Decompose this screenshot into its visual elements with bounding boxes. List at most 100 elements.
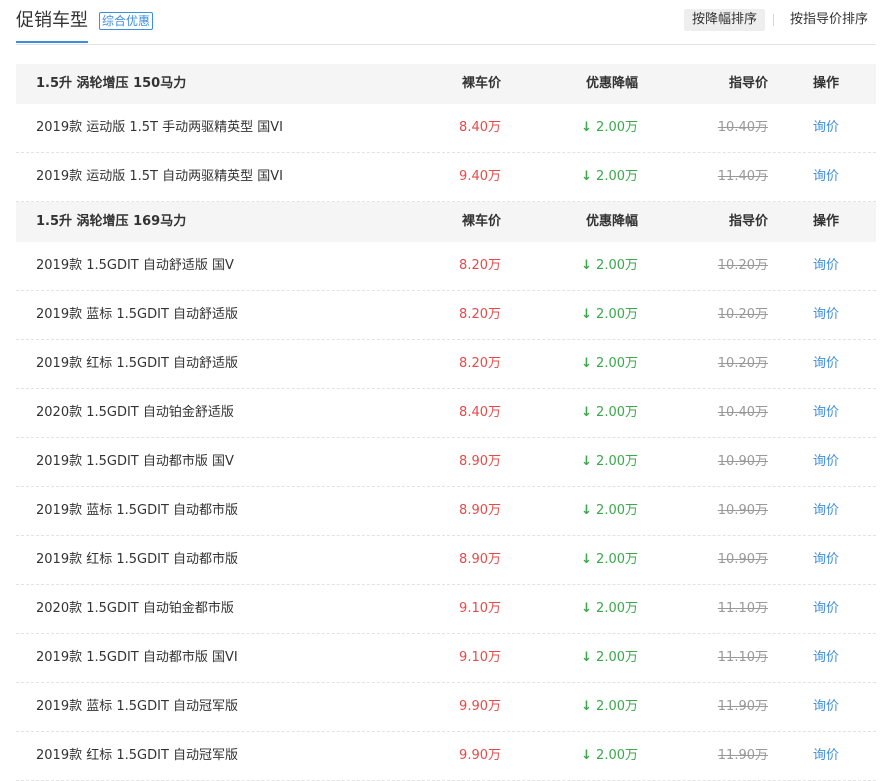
discount-value: 2.00万 <box>596 552 638 567</box>
model-name: 2019款 1.5GDIT 自动都市版 国V <box>36 454 234 469</box>
down-arrow-icon: ↓ <box>581 454 593 469</box>
model-name: 2019款 1.5GDIT 自动舒适版 国V <box>36 258 234 273</box>
column-header-guide-price: 指导价 <box>728 76 768 91</box>
column-header-discount: 优惠降幅 <box>585 214 638 229</box>
inquire-price-link[interactable]: 询价 <box>813 291 839 339</box>
inquire-price-link[interactable]: 询价 <box>813 634 839 682</box>
section-header: 促销车型 综合优惠 按降幅排序 按指导价排序 <box>16 0 876 45</box>
sort-options: 按降幅排序 按指导价排序 <box>683 9 876 31</box>
table-row: 2020款 1.5GDIT 自动铂金都市版 9.10万 ↓ 2.00万 11.10万 询价 <box>16 585 876 634</box>
inquire-price-link[interactable]: 询价 <box>813 438 839 486</box>
inquire-price-link[interactable]: 询价 <box>813 389 839 437</box>
guide-price: 10.20万 <box>717 307 768 322</box>
bare-price: 8.20万 <box>459 307 501 322</box>
model-name: 2019款 红标 1.5GDIT 自动都市版 <box>36 552 239 567</box>
table-row: 2019款 蓝标 1.5GDIT 自动舒适版 8.20万 ↓ 2.00万 10.20万 询… <box>16 291 876 340</box>
inquire-price-link[interactable]: 询价 <box>813 536 839 584</box>
guide-price: 10.20万 <box>717 258 768 273</box>
bare-price: 9.90万 <box>459 699 501 714</box>
down-arrow-icon: ↓ <box>581 601 593 616</box>
group-header: 1.5升 涡轮增压 169马力 裸车价 优惠降幅 指导价 操作 <box>16 202 876 242</box>
discount-value: 2.00万 <box>596 748 638 763</box>
discount-cell: ↓ 2.00万 <box>581 242 638 290</box>
table-row: 2020款 1.5GDIT 自动铂金舒适版 8.40万 ↓ 2.00万 10.40万 询价 <box>16 389 876 438</box>
discount-cell: ↓ 2.00万 <box>581 536 638 584</box>
column-header-bare-price: 裸车价 <box>461 76 501 91</box>
column-header-action: 操作 <box>812 214 839 229</box>
inquire-price-link[interactable]: 询价 <box>813 487 839 535</box>
model-name: 2019款 蓝标 1.5GDIT 自动都市版 <box>36 503 239 518</box>
guide-price: 11.10万 <box>717 601 768 616</box>
inquire-price-link[interactable]: 询价 <box>813 153 839 201</box>
inquire-price-link[interactable]: 询价 <box>813 340 839 388</box>
inquire-price-link[interactable]: 询价 <box>813 104 839 152</box>
down-arrow-icon: ↓ <box>581 552 593 567</box>
discount-value: 2.00万 <box>596 650 638 665</box>
table-row: 2019款 1.5GDIT 自动都市版 国VI 9.10万 ↓ 2.00万 11.10万… <box>16 634 876 683</box>
model-name: 2019款 运动版 1.5T 手动两驱精英型 国VI <box>36 120 283 135</box>
down-arrow-icon: ↓ <box>581 258 593 273</box>
inquire-price-link[interactable]: 询价 <box>813 683 839 731</box>
discount-value: 2.00万 <box>596 356 638 371</box>
bare-price: 8.20万 <box>459 258 501 273</box>
sort-by-discount-button[interactable]: 按降幅排序 <box>683 9 765 31</box>
model-name: 2019款 1.5GDIT 自动都市版 国VI <box>36 650 238 665</box>
discount-value: 2.00万 <box>596 169 638 184</box>
table-row: 2019款 红标 1.5GDIT 自动都市版 8.90万 ↓ 2.00万 10.90万 询… <box>16 536 876 585</box>
bare-price: 8.40万 <box>459 405 501 420</box>
column-header-bare-price: 裸车价 <box>461 214 501 229</box>
down-arrow-icon: ↓ <box>581 748 593 763</box>
down-arrow-icon: ↓ <box>581 307 593 322</box>
bare-price: 8.20万 <box>459 356 501 371</box>
discount-value: 2.00万 <box>596 601 638 616</box>
group-title: 1.5升 涡轮增压 150马力 <box>36 76 187 91</box>
guide-price: 10.40万 <box>717 405 768 420</box>
guide-price: 10.90万 <box>717 454 768 469</box>
discount-value: 2.00万 <box>596 699 638 714</box>
table-row: 2019款 红标 1.5GDIT 自动舒适版 8.20万 ↓ 2.00万 10.20万 询… <box>16 340 876 389</box>
discount-cell: ↓ 2.00万 <box>581 340 638 388</box>
table-row: 2019款 运动版 1.5T 手动两驱精英型 国VI 8.40万 ↓ 2.00万 10.… <box>16 104 876 153</box>
model-name: 2019款 红标 1.5GDIT 自动舒适版 <box>36 356 239 371</box>
discount-cell: ↓ 2.00万 <box>581 585 638 633</box>
inquire-price-link[interactable]: 询价 <box>813 732 839 780</box>
discount-cell: ↓ 2.00万 <box>581 153 638 201</box>
column-header-discount: 优惠降幅 <box>585 76 638 91</box>
discount-cell: ↓ 2.00万 <box>581 438 638 486</box>
discount-cell: ↓ 2.00万 <box>581 389 638 437</box>
table-row: 2019款 红标 1.5GDIT 自动冠军版 9.90万 ↓ 2.00万 11.90万 询… <box>16 732 876 781</box>
discount-value: 2.00万 <box>596 405 638 420</box>
sort-divider <box>772 14 774 26</box>
table-row: 2019款 1.5GDIT 自动都市版 国V 8.90万 ↓ 2.00万 10.90万 询… <box>16 438 876 487</box>
discount-value: 2.00万 <box>596 503 638 518</box>
bare-price: 8.40万 <box>459 120 501 135</box>
guide-price: 10.20万 <box>717 356 768 371</box>
guide-price: 10.40万 <box>717 120 768 135</box>
inquire-price-link[interactable]: 询价 <box>813 585 839 633</box>
model-name: 2019款 红标 1.5GDIT 自动冠军版 <box>36 748 239 763</box>
model-name: 2019款 蓝标 1.5GDIT 自动冠军版 <box>36 699 239 714</box>
bare-price: 9.90万 <box>459 748 501 763</box>
promotion-table: 1.5升 涡轮增压 150马力 裸车价 优惠降幅 指导价 操作 2019款 运动版 1.5… <box>16 64 876 781</box>
discount-cell: ↓ 2.00万 <box>581 291 638 339</box>
guide-price: 11.40万 <box>717 169 768 184</box>
guide-price: 10.90万 <box>717 552 768 567</box>
discount-value: 2.00万 <box>596 258 638 273</box>
discount-value: 2.00万 <box>596 307 638 322</box>
table-row: 2019款 1.5GDIT 自动舒适版 国V 8.20万 ↓ 2.00万 10.20万 询… <box>16 242 876 291</box>
down-arrow-icon: ↓ <box>581 699 593 714</box>
discount-cell: ↓ 2.00万 <box>581 104 638 152</box>
sort-by-guide-price-button[interactable]: 按指导价排序 <box>782 9 876 31</box>
bare-price: 9.40万 <box>459 169 501 184</box>
inquire-price-link[interactable]: 询价 <box>813 242 839 290</box>
discount-value: 2.00万 <box>596 120 638 135</box>
column-header-action: 操作 <box>812 76 839 91</box>
model-name: 2020款 1.5GDIT 自动铂金都市版 <box>36 601 234 616</box>
model-name: 2019款 运动版 1.5T 自动两驱精英型 国VI <box>36 169 283 184</box>
overall-discount-badge[interactable]: 综合优惠 <box>99 12 154 30</box>
guide-price: 10.90万 <box>717 503 768 518</box>
guide-price: 11.10万 <box>717 650 768 665</box>
down-arrow-icon: ↓ <box>581 503 593 518</box>
column-header-guide-price: 指导价 <box>728 214 768 229</box>
guide-price: 11.90万 <box>717 748 768 763</box>
